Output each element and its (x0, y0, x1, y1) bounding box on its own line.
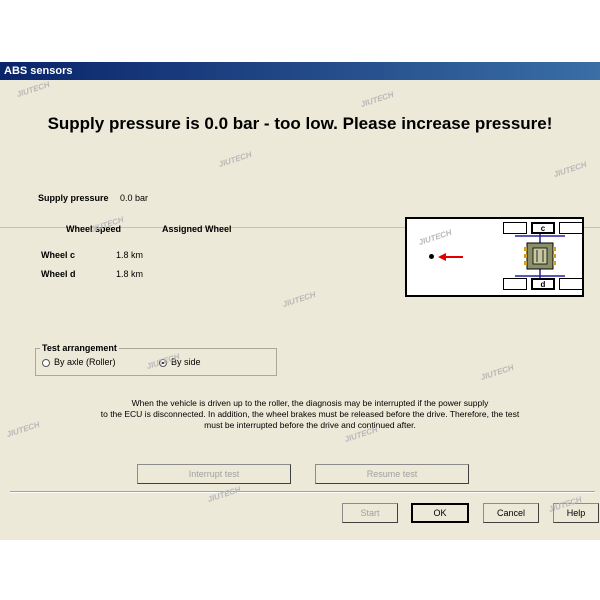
wheel-speed-header: Wheel speed (66, 224, 122, 234)
separator (10, 491, 595, 493)
status-banner: Supply pressure is 0.0 bar - too low. Pl… (0, 80, 600, 228)
by-side-label[interactable]: By side (171, 357, 201, 367)
wheel-d-speed: 1.8 km (116, 269, 144, 279)
info-line: must be interrupted before the drive and… (204, 420, 416, 430)
wheel-c-speed: 1.8 km (116, 250, 144, 260)
info-line: When the vehicle is driven up to the rol… (131, 398, 489, 408)
supply-pressure-value: 0.0 bar (120, 193, 149, 203)
wheel-d-label: Wheel d (41, 269, 76, 279)
pressure-warning-headline: Supply pressure is 0.0 bar - too low. Pl… (47, 114, 553, 133)
start-button[interactable]: Start (342, 503, 398, 523)
by-axle-label[interactable]: By axle (Roller) (54, 357, 116, 367)
cancel-button[interactable]: Cancel (483, 503, 539, 523)
help-button[interactable]: Help (553, 503, 599, 523)
assigned-wheel-header: Assigned Wheel (162, 224, 232, 234)
info-text: When the vehicle is driven up to the rol… (60, 398, 560, 431)
resume-test-button[interactable]: Resume test (315, 464, 469, 484)
info-line: to the ECU is disconnected. In addition,… (100, 409, 520, 419)
window-title: ABS sensors (0, 62, 600, 80)
interrupt-test-button[interactable]: Interrupt test (137, 464, 291, 484)
ok-button[interactable]: OK (411, 503, 469, 523)
by-axle-radio[interactable] (42, 359, 50, 367)
by-side-radio[interactable] (159, 359, 167, 367)
ecu-axle-icon (515, 234, 565, 278)
axle-diagram: c d (405, 217, 584, 297)
test-arrangement-title: Test arrangement (40, 343, 119, 353)
abs-sensors-window: ABS sensors Supply pressure is 0.0 bar -… (0, 62, 600, 540)
wheel-c-label: Wheel c (41, 250, 76, 260)
supply-pressure-label: Supply pressure (38, 193, 109, 203)
